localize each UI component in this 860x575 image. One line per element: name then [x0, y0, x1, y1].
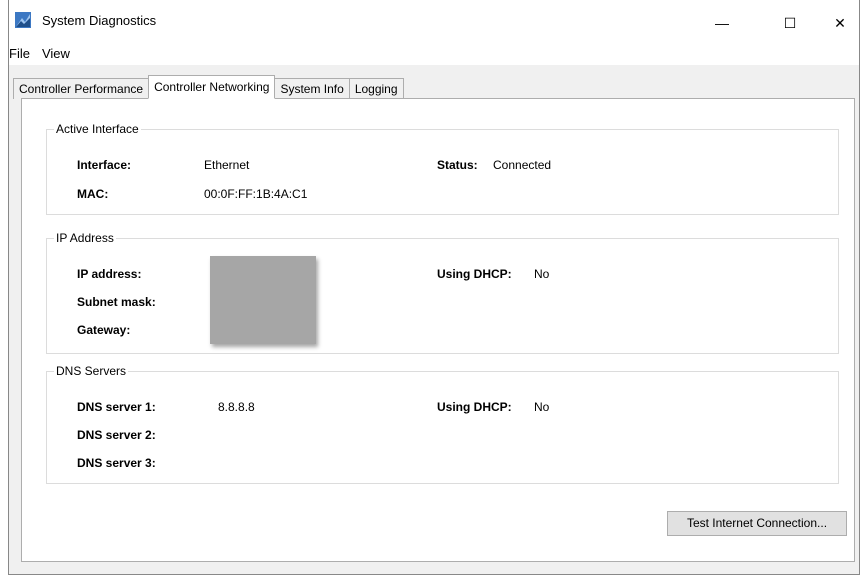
ip-using-dhcp-label: Using DHCP: [437, 267, 512, 281]
test-internet-connection-button[interactable]: Test Internet Connection... [667, 511, 847, 536]
tab-strip: Controller Performance Controller Networ… [13, 75, 404, 99]
menu-file[interactable]: File [9, 45, 36, 65]
maximize-icon: ☐ [783, 14, 797, 31]
window-title: System Diagnostics [42, 13, 157, 28]
minimize-icon: — [715, 15, 729, 31]
dns-using-dhcp-value: No [534, 400, 550, 414]
status-label: Status: [437, 158, 478, 172]
subnet-mask-label: Subnet mask: [77, 295, 156, 309]
mac-label: MAC: [77, 187, 109, 201]
tab-system-info[interactable]: System Info [274, 78, 350, 99]
menu-bar: File View [9, 45, 859, 65]
tab-controller-performance[interactable]: Controller Performance [13, 78, 150, 99]
ip-address-title: IP Address [54, 231, 116, 245]
dns-servers-title: DNS Servers [54, 364, 129, 378]
app-window: System Diagnostics — ☐ ✕ File View Contr… [8, 0, 860, 575]
dns-server-1-value: 8.8.8.8 [218, 400, 255, 414]
dns-server-2-label: DNS server 2: [77, 428, 156, 442]
active-interface-group: Active Interface Interface: Ethernet MAC… [46, 122, 839, 215]
close-button[interactable]: ✕ [817, 0, 860, 46]
redacted-ip-block [210, 256, 316, 344]
dns-server-1-label: DNS server 1: [77, 400, 156, 414]
dns-server-3-label: DNS server 3: [77, 456, 156, 470]
app-icon [15, 12, 31, 28]
dns-using-dhcp-label: Using DHCP: [437, 400, 512, 414]
minimize-button[interactable]: — [699, 0, 745, 46]
active-interface-title: Active Interface [54, 122, 141, 136]
title-bar[interactable]: System Diagnostics — ☐ ✕ [9, 0, 859, 46]
menu-view[interactable]: View [36, 45, 76, 65]
interface-value: Ethernet [204, 158, 250, 172]
tab-panel-networking: Active Interface Interface: Ethernet MAC… [21, 98, 855, 562]
mac-value: 00:0F:FF:1B:4A:C1 [204, 187, 308, 201]
ip-address-label: IP address: [77, 267, 142, 281]
interface-label: Interface: [77, 158, 132, 172]
ip-using-dhcp-value: No [534, 267, 550, 281]
status-value: Connected [493, 158, 552, 172]
tab-controller-networking[interactable]: Controller Networking [148, 75, 276, 99]
ip-address-group: IP Address IP address: Subnet mask: Gate… [46, 231, 839, 354]
maximize-button[interactable]: ☐ [767, 0, 813, 46]
tab-logging[interactable]: Logging [348, 78, 404, 99]
close-icon: ✕ [834, 14, 846, 31]
dns-servers-group: DNS Servers DNS server 1: 8.8.8.8 DNS se… [46, 364, 839, 484]
gateway-label: Gateway: [77, 323, 131, 337]
